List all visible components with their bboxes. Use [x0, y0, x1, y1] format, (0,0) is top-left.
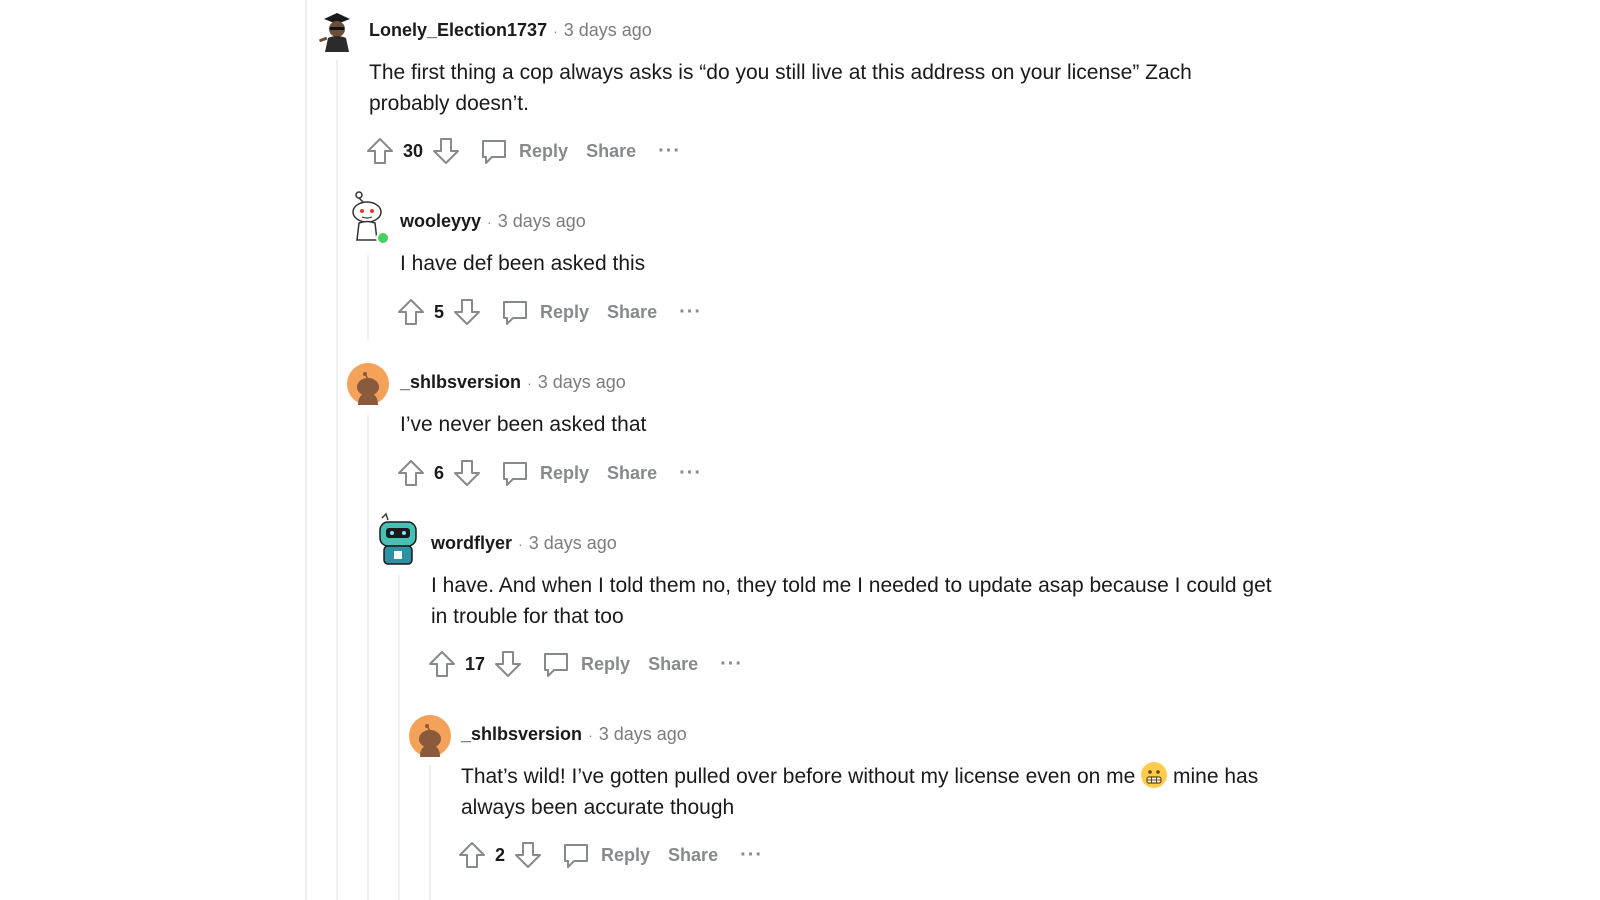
- more-options-icon[interactable]: ···: [679, 302, 702, 322]
- upvote-icon[interactable]: [457, 840, 487, 870]
- share-button[interactable]: Share: [607, 302, 657, 323]
- reply-label: Reply: [519, 140, 569, 161]
- avatar-default-snoo-icon: [347, 363, 389, 405]
- separator: ·: [487, 213, 492, 230]
- vote-score: 30: [403, 140, 424, 161]
- share-button[interactable]: Share: [648, 654, 698, 675]
- upvote-icon[interactable]: [396, 297, 426, 327]
- downvote-icon[interactable]: [431, 136, 461, 166]
- separator: ·: [527, 374, 532, 391]
- downvote-icon[interactable]: [493, 649, 523, 679]
- vote-score: 5: [434, 301, 445, 322]
- comment-bubble-icon: [503, 462, 528, 486]
- thread-line-level-1[interactable]: [336, 60, 338, 900]
- vote-score: 6: [434, 462, 445, 483]
- grimacing-face-emoji-icon: [1141, 762, 1168, 788]
- avatar-default-snoo-icon: [409, 715, 451, 757]
- comment-actions: 17 Reply Share ···: [427, 647, 743, 681]
- reply-button[interactable]: Reply: [479, 136, 568, 166]
- comment-header: wooleyyy · 3 days ago: [400, 211, 586, 232]
- comment-header: _shlbsversion · 3 days ago: [461, 724, 687, 745]
- username[interactable]: _shlbsversion: [400, 372, 521, 393]
- reply-label: Reply: [540, 462, 590, 483]
- timestamp[interactable]: 3 days ago: [599, 724, 687, 745]
- comment-header: _shlbsversion · 3 days ago: [400, 372, 626, 393]
- comment-body: I have def been asked this: [400, 252, 646, 275]
- share-button[interactable]: Share: [607, 463, 657, 484]
- comment-actions: 6 Reply Share ···: [396, 456, 702, 490]
- comment-body: That’s wild! I’ve gotten pulled over bef…: [461, 761, 1281, 823]
- online-status-dot: [376, 231, 390, 245]
- separator: ·: [518, 535, 523, 552]
- reply-button[interactable]: Reply: [561, 840, 650, 870]
- more-options-icon[interactable]: ···: [720, 654, 743, 674]
- username[interactable]: wooleyyy: [400, 211, 481, 232]
- downvote-icon[interactable]: [452, 297, 482, 327]
- comment-bubble-icon: [482, 140, 507, 164]
- timestamp[interactable]: 3 days ago: [529, 533, 617, 554]
- avatar-graduate-icon: [319, 13, 350, 52]
- separator: ·: [553, 22, 558, 39]
- reply-button[interactable]: Reply: [500, 458, 589, 488]
- comment-header: Lonely_Election1737 · 3 days ago: [369, 20, 652, 41]
- thread-line-level-3[interactable]: [398, 575, 400, 900]
- avatar[interactable]: [409, 715, 451, 757]
- thread-line-root[interactable]: [305, 0, 307, 900]
- vote-score: 2: [495, 844, 506, 865]
- avatar[interactable]: [316, 10, 358, 52]
- upvote-icon[interactable]: [396, 458, 426, 488]
- thread-line-level-4[interactable]: [429, 765, 431, 900]
- comment-body: I’ve never been asked that: [400, 413, 647, 436]
- avatar[interactable]: [347, 363, 389, 405]
- timestamp[interactable]: 3 days ago: [564, 20, 652, 41]
- comment-actions: 2 Reply Share ···: [457, 838, 763, 872]
- share-button[interactable]: Share: [586, 141, 636, 162]
- username[interactable]: _shlbsversion: [461, 724, 582, 745]
- comment-actions: 30 Reply Share ···: [365, 134, 681, 168]
- reply-label: Reply: [581, 653, 631, 674]
- reply-label: Reply: [601, 844, 651, 865]
- comment-bubble-icon: [564, 844, 589, 868]
- avatar[interactable]: [374, 512, 422, 566]
- vote-score: 17: [465, 653, 486, 674]
- comment-body: The first thing a cop always asks is “do…: [369, 61, 1192, 115]
- comment-actions: 5 Reply Share ···: [396, 295, 702, 329]
- username[interactable]: Lonely_Election1737: [369, 20, 547, 41]
- reply-button[interactable]: Reply: [541, 649, 630, 679]
- comment-bubble-icon: [544, 653, 569, 677]
- upvote-icon[interactable]: [427, 649, 457, 679]
- avatar-snoo-icon: [352, 191, 390, 245]
- upvote-icon[interactable]: [365, 136, 395, 166]
- timestamp[interactable]: 3 days ago: [538, 372, 626, 393]
- separator: ·: [588, 726, 593, 743]
- reply-label: Reply: [540, 301, 590, 322]
- reply-button[interactable]: Reply: [500, 297, 589, 327]
- more-options-icon[interactable]: ···: [658, 141, 681, 161]
- comment-body: I have. And when I told them no, they to…: [431, 574, 1272, 628]
- downvote-icon[interactable]: [452, 458, 482, 488]
- avatar[interactable]: [347, 190, 390, 245]
- thread-line-level-2[interactable]: [367, 255, 369, 340]
- share-button[interactable]: Share: [668, 845, 718, 866]
- username[interactable]: wordflyer: [431, 533, 512, 554]
- more-options-icon[interactable]: ···: [740, 845, 763, 865]
- timestamp[interactable]: 3 days ago: [498, 211, 586, 232]
- more-options-icon[interactable]: ···: [679, 463, 702, 483]
- downvote-icon[interactable]: [513, 840, 543, 870]
- comment-bubble-icon: [503, 301, 528, 325]
- comment-text-before-emoji: That’s wild! I’ve gotten pulled over bef…: [461, 765, 1142, 788]
- thread-line-level-2b[interactable]: [367, 415, 369, 900]
- comment-header: wordflyer · 3 days ago: [431, 533, 617, 554]
- avatar-robot-icon: [379, 512, 417, 565]
